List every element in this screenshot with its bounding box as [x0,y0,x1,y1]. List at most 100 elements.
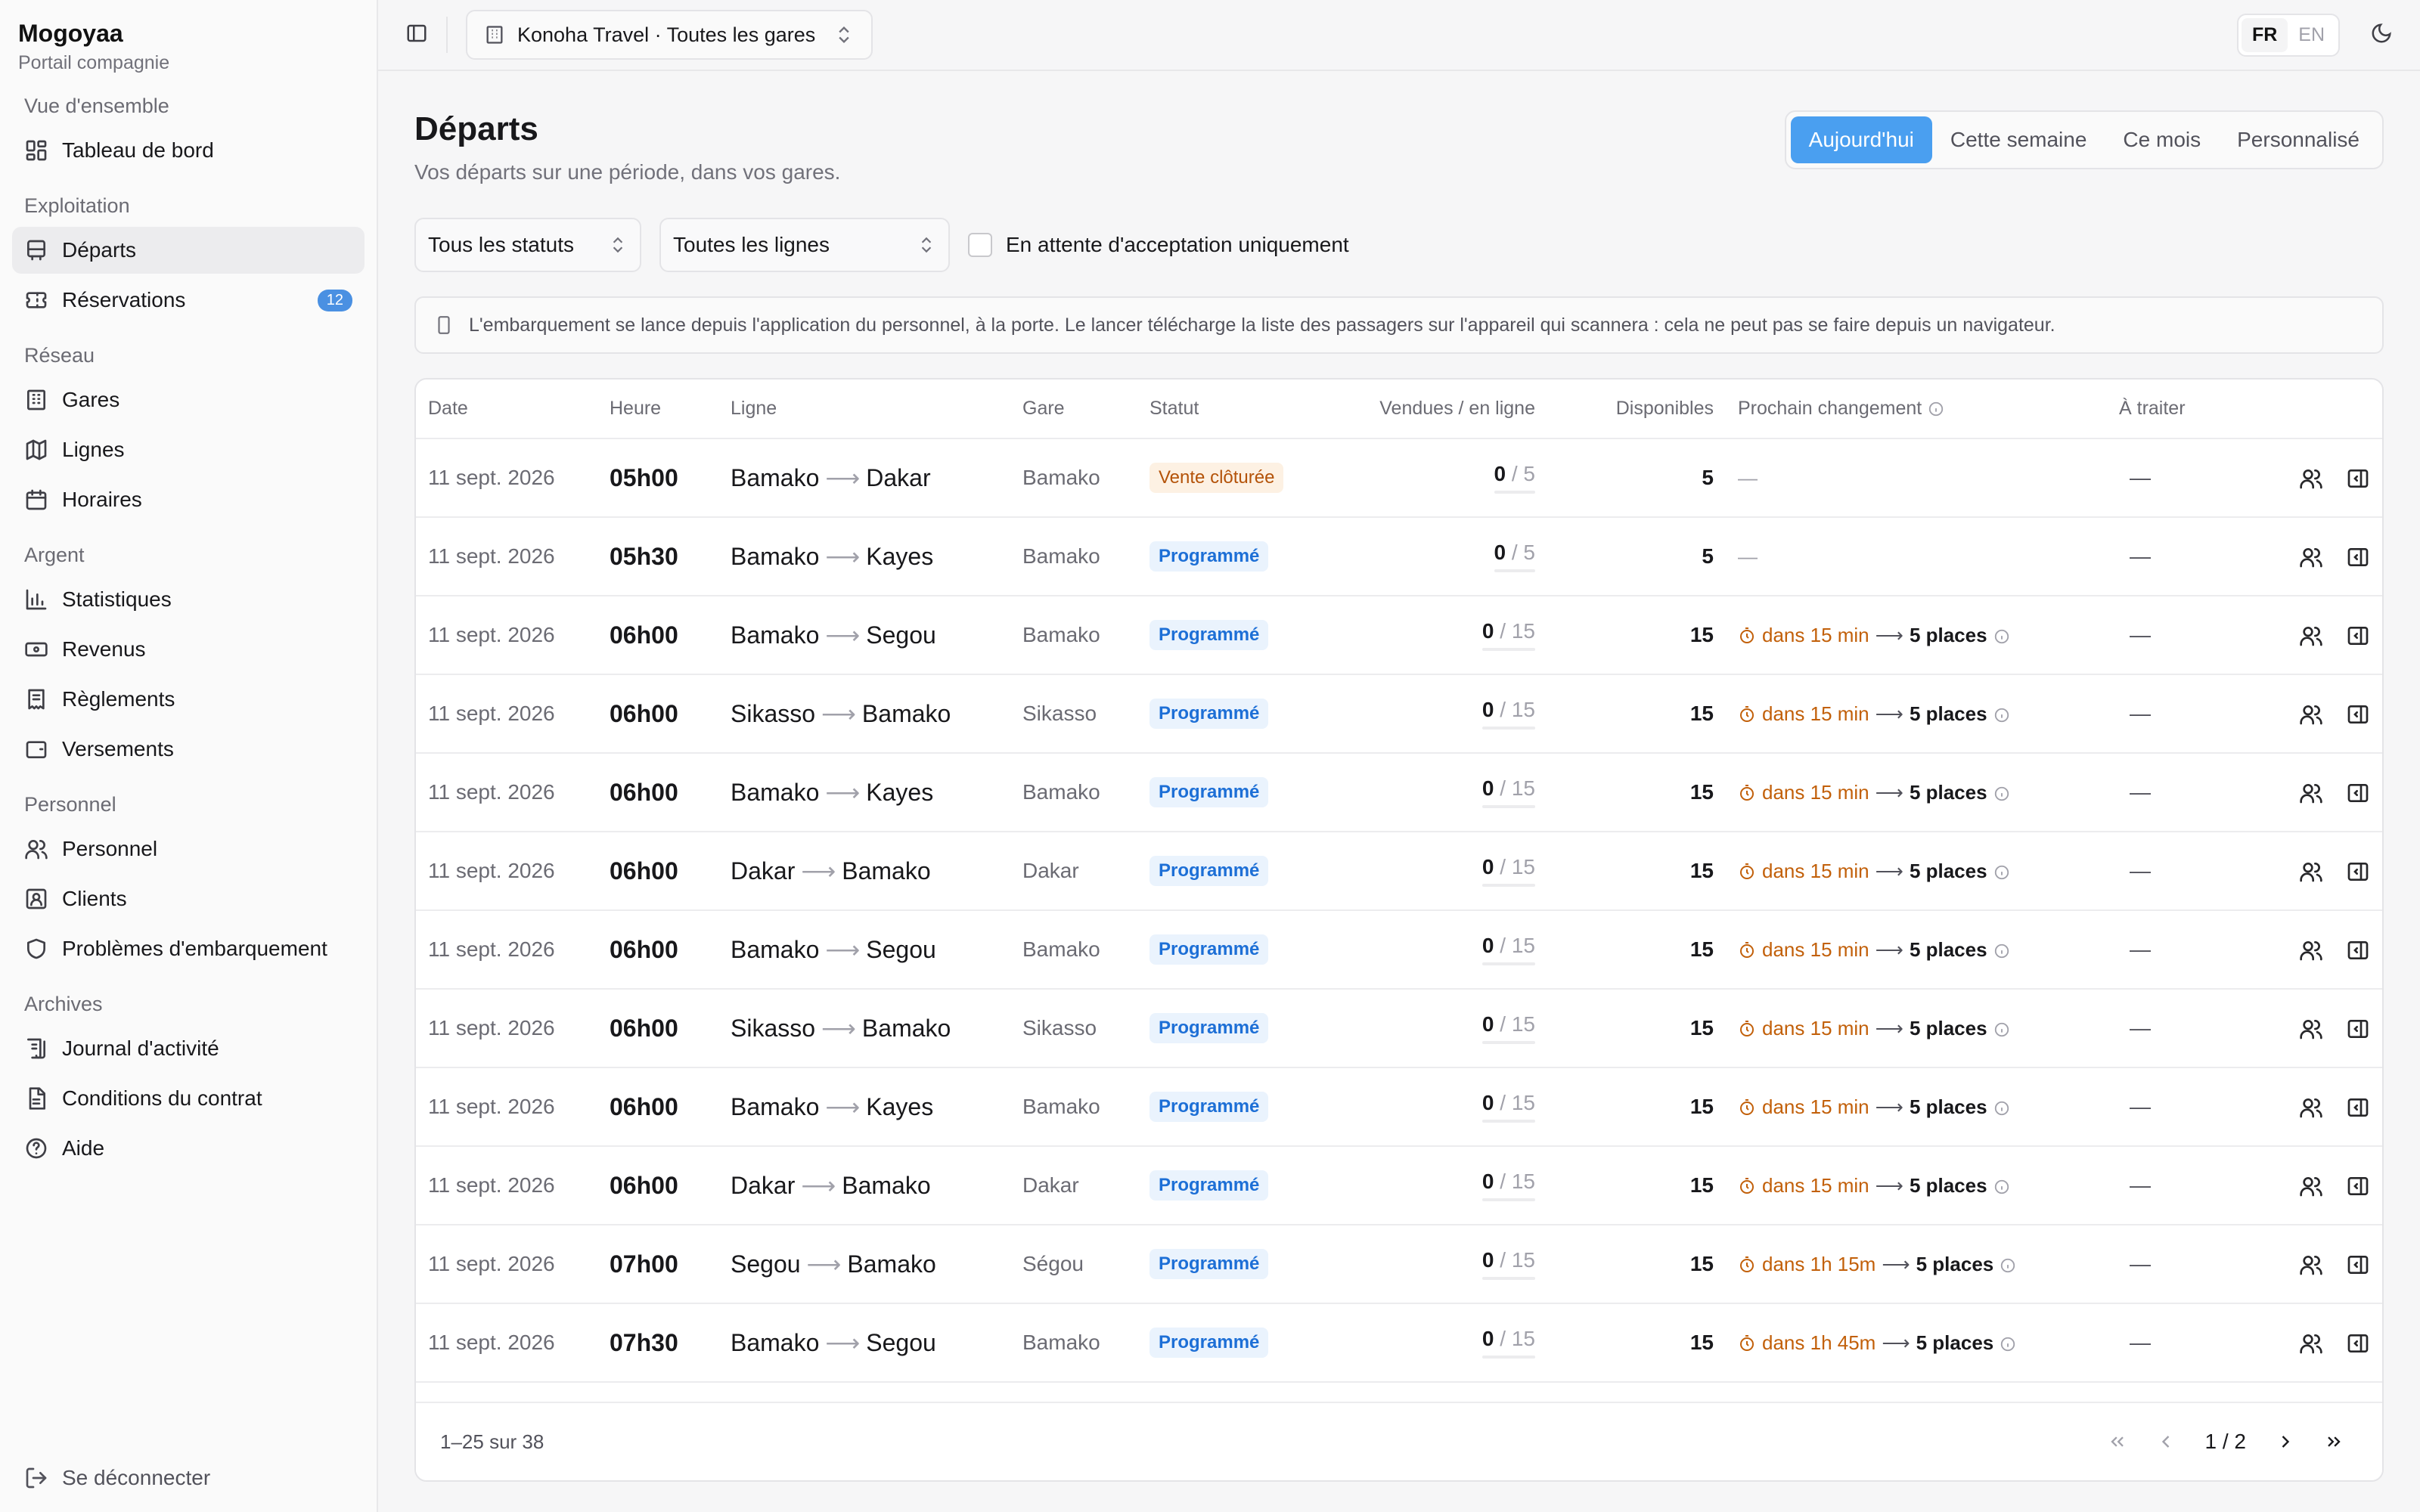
passengers-button[interactable] [2299,858,2323,884]
sidebar-item-personnel[interactable]: Personnel [12,826,365,872]
info-icon[interactable] [1987,624,2010,646]
shield-icon [27,938,45,959]
table-row[interactable]: 11 sept. 2026 06h00 Dakar ⟶ Bamako Dakar Progr… [416,1146,2382,1225]
passengers-button[interactable] [2299,779,2323,805]
table-body: 11 sept. 2026 05h00 Bamako ⟶ Dakar Bamako Vent… [416,438,2382,1383]
info-icon[interactable] [1987,702,2010,725]
sidebar-item-label: Journal d'activité [62,1036,219,1060]
moon-icon [2372,23,2391,42]
status-filter-select[interactable]: Tous les statuts [414,218,641,272]
open-panel-button[interactable] [2346,858,2370,884]
open-panel-button[interactable] [2346,1015,2370,1041]
passengers-button[interactable] [2299,701,2323,727]
lang-en-button[interactable]: EN [2288,18,2335,52]
table-row[interactable]: 11 sept. 2026 06h00 Bamako ⟶ Kayes Bamako Prog… [416,753,2382,832]
sidebar-item-reservations[interactable]: Réservations 12 [12,277,365,324]
period-tab-personnalise[interactable]: Personnalisé [2219,116,2378,163]
passengers-button[interactable] [2299,1094,2323,1120]
first-page-button[interactable] [2093,1418,2142,1466]
table-row[interactable]: 11 sept. 2026 06h00 Bamako ⟶ Segou Bamako Prog… [416,910,2382,990]
sold-progress-bar [1481,1120,1535,1123]
cell-to-process: — [2107,1067,2242,1147]
company-select[interactable]: Konoha Travel · Toutes les gares [466,10,873,60]
open-panel-button[interactable] [2346,1094,2370,1120]
period-tab-ce-mois[interactable]: Ce mois [2105,116,2219,163]
sidebar-item-lignes[interactable]: Lignes [12,426,365,473]
open-panel-button[interactable] [2346,1173,2370,1198]
sidebar-item-revenus[interactable]: Revenus [12,626,365,673]
sidebar-item-clients[interactable]: Clients [12,875,365,922]
sidebar-item-conditions-du-contrat[interactable]: Conditions du contrat [12,1075,365,1122]
passengers-button[interactable] [2299,1251,2323,1277]
open-panel-button[interactable] [2346,701,2370,727]
lang-fr-button[interactable]: FR [2241,17,2288,52]
info-icon[interactable] [1987,781,2010,804]
open-panel-button[interactable] [2346,465,2370,491]
open-panel-button[interactable] [2346,544,2370,569]
theme-toggle-button[interactable] [2370,22,2393,48]
period-tab-aujourd-hui[interactable]: Aujourd'hui [1790,116,1932,163]
passengers-button[interactable] [2299,1330,2323,1356]
cell-actions [2242,517,2382,596]
info-icon[interactable] [1993,1253,2016,1275]
sidebar-item-gares[interactable]: Gares [12,376,365,423]
table-row[interactable]: 11 sept. 2026 06h00 Sikasso ⟶ Bamako Sikasso P… [416,674,2382,754]
info-icon[interactable] [1987,860,2010,882]
line-origin: Sikasso [731,700,816,727]
table-row[interactable]: 11 sept. 2026 06h00 Sikasso ⟶ Bamako Sikasso P… [416,989,2382,1068]
passengers-button[interactable] [2299,465,2323,491]
sidebar-item-journal-d-activite[interactable]: Journal d'activité [12,1025,365,1072]
info-icon[interactable] [1987,1095,2010,1118]
cell-to-process: — [2107,674,2242,754]
info-icon[interactable] [1993,1331,2016,1354]
sidebar-item-departs[interactable]: Départs [12,227,365,274]
sidebar-toggle-button[interactable] [405,22,428,48]
passengers-button[interactable] [2299,544,2323,569]
table-row[interactable]: 11 sept. 2026 07h30 Bamako ⟶ Segou Bamako Prog… [416,1303,2382,1383]
info-icon[interactable] [1987,938,2010,961]
info-icon[interactable] [1922,398,1944,419]
sidebar-item-aide[interactable]: Aide [12,1125,365,1172]
sidebar-item-horaires[interactable]: Horaires [12,476,365,523]
period-tab-cette-semaine[interactable]: Cette semaine [1932,116,2105,163]
open-panel-button[interactable] [2346,622,2370,648]
table-row[interactable]: 11 sept. 2026 06h00 Dakar ⟶ Bamako Dakar Progr… [416,832,2382,911]
passengers-button[interactable] [2299,1015,2323,1041]
table-row[interactable]: 11 sept. 2026 05h00 Bamako ⟶ Dakar Bamako Vent… [416,438,2382,518]
previous-page-button[interactable] [2142,1418,2190,1466]
cell-station: Bamako [1010,753,1137,832]
open-panel-button[interactable] [2346,937,2370,962]
sidebar-item-reglements[interactable]: Règlements [12,676,365,723]
open-panel-button[interactable] [2346,1251,2370,1277]
line-origin: Sikasso [731,1015,816,1042]
sidebar: Mogoyaa Portail compagnie Vue d'ensemble… [0,0,378,1512]
table-row[interactable]: 11 sept. 2026 07h00 Segou ⟶ Bamako Ségou Progr… [416,1225,2382,1304]
sidebar-item-versements[interactable]: Versements [12,726,365,773]
next-change-places: 5 places [1916,1331,1994,1354]
info-icon[interactable] [1987,1174,2010,1197]
open-panel-button[interactable] [2346,779,2370,805]
info-icon[interactable] [1987,1017,2010,1040]
pending-only-checkbox[interactable] [968,233,992,257]
last-page-button[interactable] [2310,1418,2358,1466]
column-header-a-traiter: À traiter [2107,380,2242,439]
sidebar-item-label: Gares [62,388,120,411]
passengers-button[interactable] [2299,622,2323,648]
table-row[interactable]: 11 sept. 2026 06h00 Bamako ⟶ Kayes Bamako Prog… [416,1067,2382,1147]
passengers-button[interactable] [2299,1173,2323,1198]
status-badge: Programmé [1150,1170,1269,1201]
next-page-button[interactable] [2261,1418,2310,1466]
sidebar-item-tableau-de-bord[interactable]: Tableau de bord [12,127,365,174]
cell-actions [2242,832,2382,911]
sidebar-item-statistiques[interactable]: Statistiques [12,576,365,623]
cell-sold-online: 0 / 5 [1364,438,1547,518]
line-filter-select[interactable]: Toutes les lignes [659,218,950,272]
open-panel-button[interactable] [2346,1330,2370,1356]
sidebar-item-problemes-d-embarquement[interactable]: Problèmes d'embarquement [12,925,365,972]
logout-button[interactable]: Se déconnecter [12,1455,222,1501]
table-row[interactable]: 11 sept. 2026 05h30 Bamako ⟶ Kayes Bamako Prog… [416,517,2382,596]
table-row[interactable]: 11 sept. 2026 06h00 Bamako ⟶ Segou Bamako Prog… [416,596,2382,675]
passengers-button[interactable] [2299,937,2323,962]
users-icon [2300,1098,2322,1118]
pending-only-filter[interactable]: En attente d'acceptation uniquement [968,233,1349,257]
